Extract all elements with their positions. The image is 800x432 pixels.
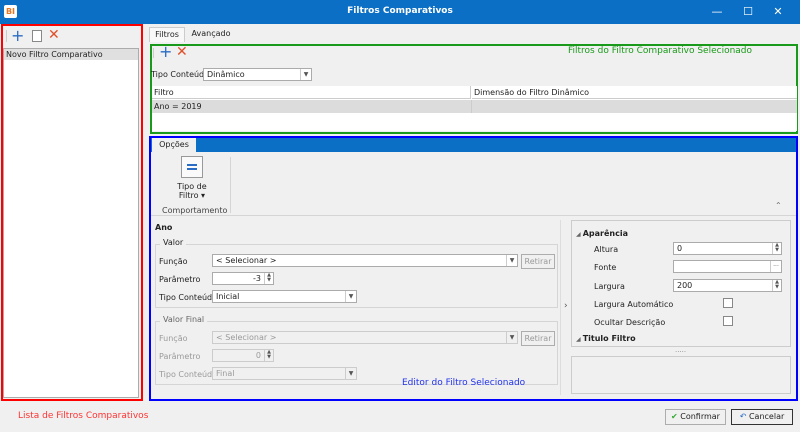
chevron-down-icon[interactable]: ▼ bbox=[345, 368, 356, 379]
parametro-spinner[interactable]: -3 ▲ ▼ bbox=[212, 272, 274, 285]
property-grid: ◢ Aparência Altura 0 ▲ ▼ Fonte ··· Largura… bbox=[571, 220, 791, 347]
toolbar-grip bbox=[6, 30, 7, 42]
delete-filter-icon[interactable]: ✕ bbox=[176, 44, 188, 60]
tab-filtros[interactable]: Filtros bbox=[149, 27, 185, 42]
column-divider bbox=[471, 100, 472, 113]
filters-grid: Filtro Dimensão do Filtro Dinâmico Ano =… bbox=[152, 86, 797, 131]
ocultar-descricao-checkbox[interactable] bbox=[723, 316, 733, 326]
minimize-button[interactable]: — bbox=[709, 5, 725, 19]
funcao-select[interactable]: < Selecionar > ▼ bbox=[212, 254, 518, 267]
divider bbox=[151, 215, 796, 216]
cancel-button[interactable]: ↶ Cancelar bbox=[731, 409, 793, 425]
altura-spinner[interactable]: 0 ▲ ▼ bbox=[673, 242, 782, 255]
largura-automatico-label: Largura Automático bbox=[594, 300, 674, 309]
tab-avancado[interactable]: Avançado bbox=[188, 27, 234, 42]
valor-final-group-title: Valor Final bbox=[160, 315, 208, 324]
confirm-label: Confirmar bbox=[680, 412, 720, 421]
tipo-conteudo-final-select[interactable]: Final ▼ bbox=[212, 367, 357, 380]
toolbar-grip bbox=[153, 48, 154, 58]
add-filter-icon[interactable]: + bbox=[159, 42, 172, 61]
ellipsis-icon[interactable]: ··· bbox=[770, 261, 781, 272]
select-value: Final bbox=[216, 369, 235, 378]
fonte-label: Fonte bbox=[594, 263, 617, 272]
tipo-conteudo-select[interactable]: Dinâmico ▼ bbox=[203, 68, 312, 81]
column-header[interactable]: Filtro bbox=[152, 86, 471, 99]
altura-label: Altura bbox=[594, 245, 619, 254]
edit-icon[interactable] bbox=[32, 30, 42, 42]
ribbon-group-label: Comportamento bbox=[162, 206, 228, 215]
list-item[interactable]: Novo Filtro Comparativo bbox=[4, 49, 138, 60]
chevron-down-icon[interactable]: ▼ bbox=[506, 255, 517, 266]
chevron-down-icon[interactable]: ▼ bbox=[506, 332, 517, 343]
equals-icon-bar bbox=[187, 168, 197, 170]
parametro-label: Parâmetro bbox=[159, 275, 201, 284]
tipo-conteudo-select[interactable]: Inicial ▼ bbox=[212, 290, 357, 303]
tipo-conteudo-label: Tipo Conteúdo bbox=[151, 70, 210, 79]
select-value: Dinâmico bbox=[207, 70, 245, 79]
funcao-final-select[interactable]: < Selecionar > ▼ bbox=[212, 331, 518, 344]
tipo-filtro-label[interactable]: Tipo de bbox=[172, 182, 212, 191]
parametro-final-spinner[interactable]: 0 ▲ ▼ bbox=[212, 349, 274, 362]
tipo-filtro-label2[interactable]: Filtro ▾ bbox=[172, 191, 212, 200]
table-cell: Ano = 2019 bbox=[154, 102, 202, 111]
retirar-button[interactable]: Retirar bbox=[521, 254, 555, 269]
field-name: Ano bbox=[155, 223, 173, 232]
select-value: < Selecionar > bbox=[216, 333, 277, 342]
check-icon: ✔ bbox=[671, 412, 681, 421]
category-label: Aparência bbox=[582, 229, 628, 238]
spinner-arrows-icon[interactable]: ▲ ▼ bbox=[772, 243, 781, 254]
equals-icon bbox=[187, 164, 197, 166]
chevron-down-icon[interactable]: ▼ bbox=[300, 69, 311, 80]
window-title: Filtros Comparativos bbox=[347, 6, 453, 16]
largura-spinner[interactable]: 200 ▲ ▼ bbox=[673, 279, 782, 292]
tipo-conteudo-label: Tipo Conteúdo bbox=[159, 293, 218, 302]
spinner-value: -3 bbox=[253, 274, 261, 283]
confirm-button[interactable]: ✔ Confirmar bbox=[665, 409, 726, 425]
maximize-button[interactable]: ☐ bbox=[740, 5, 756, 19]
valor-group-title: Valor bbox=[160, 238, 187, 247]
parametro-final-label: Parâmetro bbox=[159, 352, 201, 361]
spinner-value: 0 bbox=[255, 351, 261, 360]
funcao-final-label: Função bbox=[159, 334, 188, 343]
description-box bbox=[571, 356, 791, 394]
select-value: Inicial bbox=[216, 292, 240, 301]
close-button[interactable]: ✕ bbox=[770, 5, 786, 19]
retirar-final-button[interactable]: Retirar bbox=[521, 331, 555, 346]
filter-list[interactable]: Novo Filtro Comparativo bbox=[3, 48, 139, 398]
spinner-arrows-icon[interactable]: ▲ ▼ bbox=[772, 280, 781, 291]
spinner-arrows-icon[interactable]: ▲ ▼ bbox=[264, 350, 273, 361]
resize-grip[interactable]: ····· bbox=[675, 348, 686, 356]
column-header[interactable]: Dimensão do Filtro Dinâmico bbox=[472, 86, 797, 99]
add-icon[interactable]: + bbox=[11, 26, 24, 45]
ocultar-descricao-label: Ocultar Descrição bbox=[594, 318, 666, 327]
tipo-filtro-button[interactable] bbox=[181, 156, 203, 178]
tab-opcoes[interactable]: Opções bbox=[152, 138, 196, 152]
category-titulo-filtro[interactable]: ◢ Titulo Filtro bbox=[576, 334, 636, 343]
fonte-input[interactable]: ··· bbox=[673, 260, 782, 273]
spinner-value: 0 bbox=[677, 244, 683, 253]
table-row[interactable]: Ano = 2019 bbox=[152, 100, 797, 113]
delete-icon[interactable]: ✕ bbox=[48, 27, 60, 43]
category-aparencia[interactable]: ◢ Aparência bbox=[576, 229, 628, 238]
spinner-arrows-icon[interactable]: ▲ ▼ bbox=[264, 273, 273, 284]
ribbon-divider bbox=[230, 157, 231, 213]
spinner-value: 200 bbox=[677, 281, 693, 290]
filters-annotation: Filtros do Filtro Comparativo Selecionad… bbox=[568, 46, 753, 56]
cancel-label: Cancelar bbox=[748, 412, 785, 421]
chevron-down-icon[interactable]: ▼ bbox=[345, 291, 356, 302]
select-value: < Selecionar > bbox=[216, 256, 277, 265]
expand-splitter-icon[interactable]: › bbox=[564, 301, 568, 311]
largura-label: Largura bbox=[594, 282, 625, 291]
editor-annotation: Editor do Filtro Selecionado bbox=[402, 378, 526, 388]
funcao-label: Função bbox=[159, 257, 188, 266]
filter-list-annotation: Lista de Filtros Comparativos bbox=[18, 411, 149, 421]
largura-automatico-checkbox[interactable] bbox=[723, 298, 733, 308]
title-bar: BI Filtros Comparativos — ☐ ✕ bbox=[0, 0, 800, 24]
collapse-ribbon-icon[interactable]: ⌃ bbox=[775, 201, 782, 210]
splitter[interactable] bbox=[560, 220, 561, 395]
undo-icon: ↶ bbox=[739, 412, 749, 421]
tipo-conteudo-final-label: Tipo Conteúdo bbox=[159, 370, 218, 379]
ribbon-tab-bar bbox=[151, 138, 796, 152]
category-label: Titulo Filtro bbox=[582, 334, 636, 343]
